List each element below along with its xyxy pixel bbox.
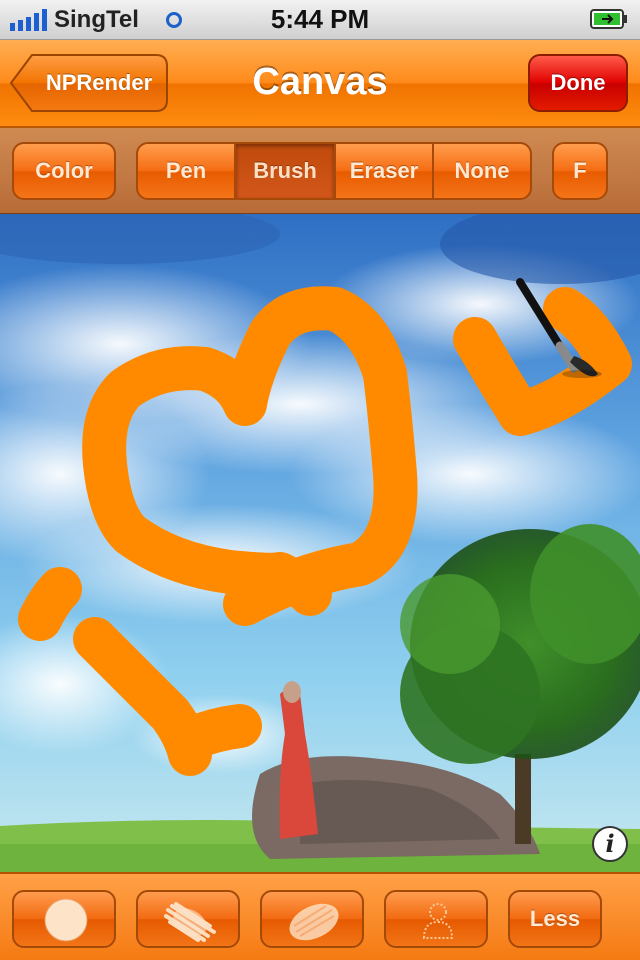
rough-brush-button[interactable] <box>136 890 240 948</box>
round-brush-button[interactable] <box>12 890 116 948</box>
tool-toolbar: Color Pen Brush Eraser None F <box>0 128 640 214</box>
soft-brush-button[interactable] <box>260 890 364 948</box>
tool-pen[interactable]: Pen <box>136 142 236 200</box>
f-button[interactable]: F <box>552 142 608 200</box>
less-button[interactable]: Less <box>508 890 602 948</box>
less-button-label: Less <box>529 906 581 931</box>
back-button[interactable]: NPRender <box>10 54 168 112</box>
info-button[interactable]: i <box>592 826 628 862</box>
person-stamp-button[interactable] <box>384 890 488 948</box>
tool-eraser[interactable]: Eraser <box>334 142 434 200</box>
round-brush-icon <box>44 898 88 942</box>
painting-image <box>0 214 640 872</box>
color-button[interactable]: Color <box>12 142 116 200</box>
rough-brush-icon <box>164 902 216 942</box>
navigation-bar: NPRender Canvas Done <box>0 40 640 128</box>
soft-brush-icon <box>289 903 339 941</box>
status-bar: SingTel 5:44 PM <box>0 0 640 40</box>
done-button[interactable]: Done <box>528 54 628 112</box>
person-stamp-icon <box>422 903 454 939</box>
painting-canvas[interactable] <box>0 214 640 872</box>
bottom-toolbar: Less <box>0 872 640 960</box>
back-button-label: NPRender <box>45 70 153 95</box>
clock: 5:44 PM <box>270 4 370 34</box>
page-title: Canvas <box>252 61 388 103</box>
tool-none[interactable]: None <box>432 142 532 200</box>
tool-brush[interactable]: Brush <box>234 142 336 200</box>
battery-icon <box>590 9 627 29</box>
